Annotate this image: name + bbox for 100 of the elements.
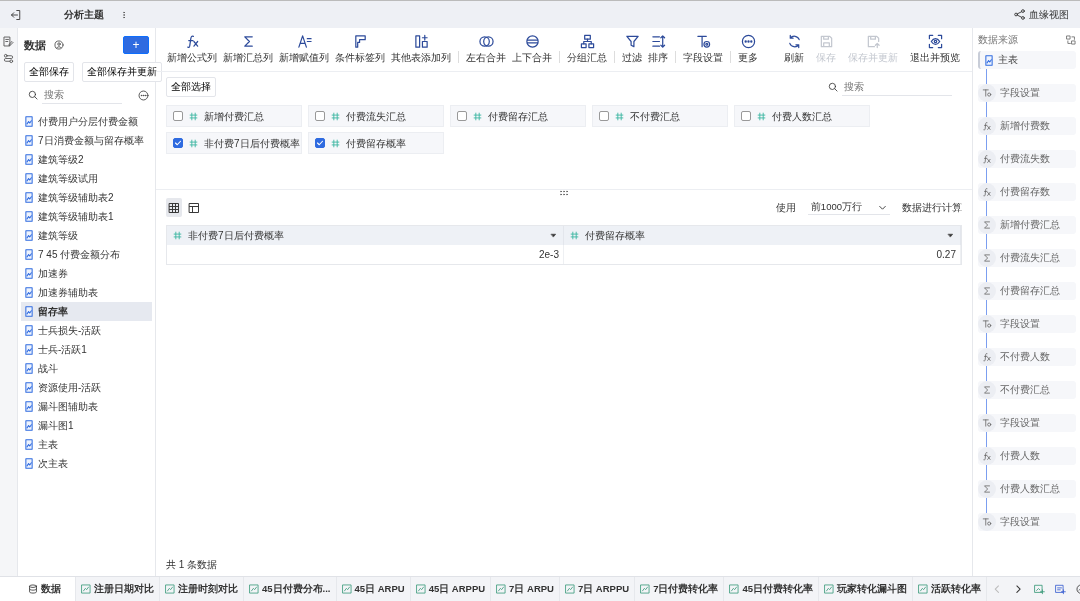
field-option[interactable]: 付费人数汇总 (734, 105, 870, 128)
process-step[interactable]: 字段设置 (978, 84, 1076, 102)
column-header[interactable]: 付费留存概率 (564, 226, 961, 245)
process-step[interactable]: 不付费汇总 (978, 381, 1076, 399)
checkbox[interactable] (173, 138, 183, 149)
add-dashboard-icon[interactable] (1055, 583, 1066, 595)
sheet-tab[interactable]: 45日付费分布... (244, 576, 337, 601)
table-list-item[interactable]: 资源使用-活跃 (21, 378, 152, 398)
search-field[interactable]: 搜索 (42, 86, 122, 105)
toolbar-button[interactable]: 退出并预览 (904, 33, 966, 66)
sheet-tab[interactable]: 7日 ARPU (491, 576, 560, 601)
field-option[interactable]: 付费留存概率 (308, 132, 444, 155)
save-all-update-button[interactable]: 全部保存并更新 (82, 62, 162, 83)
toolbar-button[interactable]: 上下合并 (509, 33, 555, 66)
checkbox[interactable] (315, 111, 325, 122)
toolbar-button[interactable]: 刷新 (778, 33, 810, 66)
lineage-view-button[interactable]: 血缘视图 (1011, 7, 1072, 22)
sheet-tab[interactable]: 活跃转化率 (913, 576, 987, 601)
user-circle-icon[interactable] (54, 40, 64, 50)
toolbar-button[interactable]: 其他表添加列 (388, 33, 454, 66)
table-list-item[interactable]: 主表 (21, 435, 152, 455)
table-list-item[interactable]: 漏斗图1 (21, 416, 152, 436)
toolbar-button[interactable]: 新增公式列 (164, 33, 220, 66)
sheet-tab[interactable]: 45日付费转化率 (724, 576, 819, 601)
table-list-item[interactable]: 7 45 付费金额分布 (21, 245, 152, 265)
field-option[interactable]: 不付费汇总 (592, 105, 728, 128)
checkbox[interactable] (173, 111, 183, 122)
formula-icon (982, 121, 992, 131)
view-mode-button[interactable] (166, 198, 182, 217)
toolbar-button[interactable]: 过滤 (619, 33, 645, 66)
checkbox[interactable] (599, 111, 609, 122)
kebab-icon[interactable] (120, 9, 128, 20)
sheet-tab[interactable]: 7日付费转化率 (635, 576, 725, 601)
table-list-item[interactable]: 漏斗图辅助表 (21, 397, 152, 417)
process-step[interactable]: 付费人数汇总 (978, 480, 1076, 498)
table-list-item[interactable]: 建筑等级辅助表2 (21, 188, 152, 208)
process-step[interactable]: 新增付费汇总 (978, 216, 1076, 234)
add-chart-icon[interactable] (1034, 583, 1045, 595)
checkbox[interactable] (457, 111, 467, 122)
table-list-item[interactable]: 留存率 (21, 302, 152, 322)
search-field[interactable]: 搜索 (842, 78, 952, 97)
toolbar-button[interactable]: 新增赋值列 (276, 33, 332, 66)
exit-icon[interactable] (10, 9, 22, 22)
toolbar-button[interactable]: 字段设置 (680, 33, 726, 66)
overlap-circles-icon (478, 33, 494, 49)
field-option[interactable]: 付费流失汇总 (308, 105, 444, 128)
process-step[interactable]: 付费留存汇总 (978, 282, 1076, 300)
field-option[interactable]: 新增付费汇总 (166, 105, 302, 128)
process-step[interactable]: 字段设置 (978, 315, 1076, 333)
checkbox[interactable] (741, 111, 751, 122)
checkbox[interactable] (315, 138, 325, 149)
table-list-item[interactable]: 建筑等级辅助表1 (21, 207, 152, 227)
process-step[interactable]: 字段设置 (978, 414, 1076, 432)
flow-icon[interactable] (3, 53, 14, 64)
sheet-tab[interactable]: 注册时刻对比 (160, 576, 244, 601)
caret-icon (947, 232, 954, 239)
sheet-tab[interactable]: 注册日期对比 (76, 576, 160, 601)
table-list-item[interactable]: 付费用户分层付费金额 (21, 112, 152, 132)
more-icon[interactable] (138, 89, 149, 101)
sheet-tab[interactable]: 数据 (0, 576, 76, 601)
save-all-button[interactable]: 全部保存 (24, 62, 74, 83)
toolbar-button[interactable]: 排序 (645, 33, 671, 66)
toolbar-button[interactable]: 新增汇总列 (220, 33, 276, 66)
process-step[interactable]: 主表 (978, 51, 1076, 69)
sheet-tab[interactable]: 45日 ARPU (336, 576, 411, 601)
add-button[interactable]: + (123, 36, 149, 54)
sheet-tab[interactable]: 45日 ARPPU (410, 576, 492, 601)
sheet-tab[interactable]: 玩家转化漏斗图 (819, 576, 913, 601)
process-step[interactable]: 字段设置 (978, 513, 1076, 531)
field-option[interactable]: 非付费7日后付费概率 (166, 132, 302, 155)
process-step[interactable]: 付费流失数 (978, 150, 1076, 168)
toolbar-button[interactable]: 条件标签列 (332, 33, 388, 66)
row-limit-dropdown[interactable]: 前1000万行 (807, 199, 890, 216)
edit-document-icon[interactable] (3, 36, 14, 47)
chevron-right-icon[interactable] (1013, 583, 1024, 595)
process-step[interactable]: 新增付费数 (978, 117, 1076, 135)
sheet-tab[interactable]: 7日 ARPPU (559, 576, 636, 601)
toolbar-button[interactable]: 左右合并 (463, 33, 509, 66)
process-step[interactable]: 付费流失汇总 (978, 249, 1076, 267)
table-list-item[interactable]: 次主表 (21, 454, 152, 474)
table-list-item[interactable]: 加速券 (21, 264, 152, 284)
table-list-item[interactable]: 战斗 (21, 359, 152, 379)
table-list-item[interactable]: 士兵-活跃1 (21, 340, 152, 360)
table-list-item[interactable]: 建筑等级 (21, 226, 152, 246)
toolbar-button[interactable]: 分组汇总 (564, 33, 610, 66)
process-step[interactable]: 付费留存数 (978, 183, 1076, 201)
table-list-item[interactable]: 建筑等级试用 (21, 169, 152, 189)
column-header[interactable]: 非付费7日后付费概率 (167, 226, 564, 245)
table-list-item[interactable]: 建筑等级2 (21, 150, 152, 170)
process-step[interactable]: 付费人数 (978, 447, 1076, 465)
select-all-button[interactable]: 全部选择 (166, 77, 216, 98)
swap-icon[interactable] (1066, 34, 1076, 45)
table-list-item[interactable]: 加速券辅助表 (21, 283, 152, 303)
field-option[interactable]: 付费留存汇总 (450, 105, 586, 128)
toolbar-button[interactable]: 更多 (735, 33, 761, 66)
tab-title[interactable]: 分析主题 (64, 7, 104, 22)
table-list-item[interactable]: 士兵损失-活跃 (21, 321, 152, 341)
process-step[interactable]: 不付费人数 (978, 348, 1076, 366)
table-list-item[interactable]: 7日消费金额与留存概率 (21, 131, 152, 151)
drag-handle-icon[interactable] (559, 190, 569, 196)
